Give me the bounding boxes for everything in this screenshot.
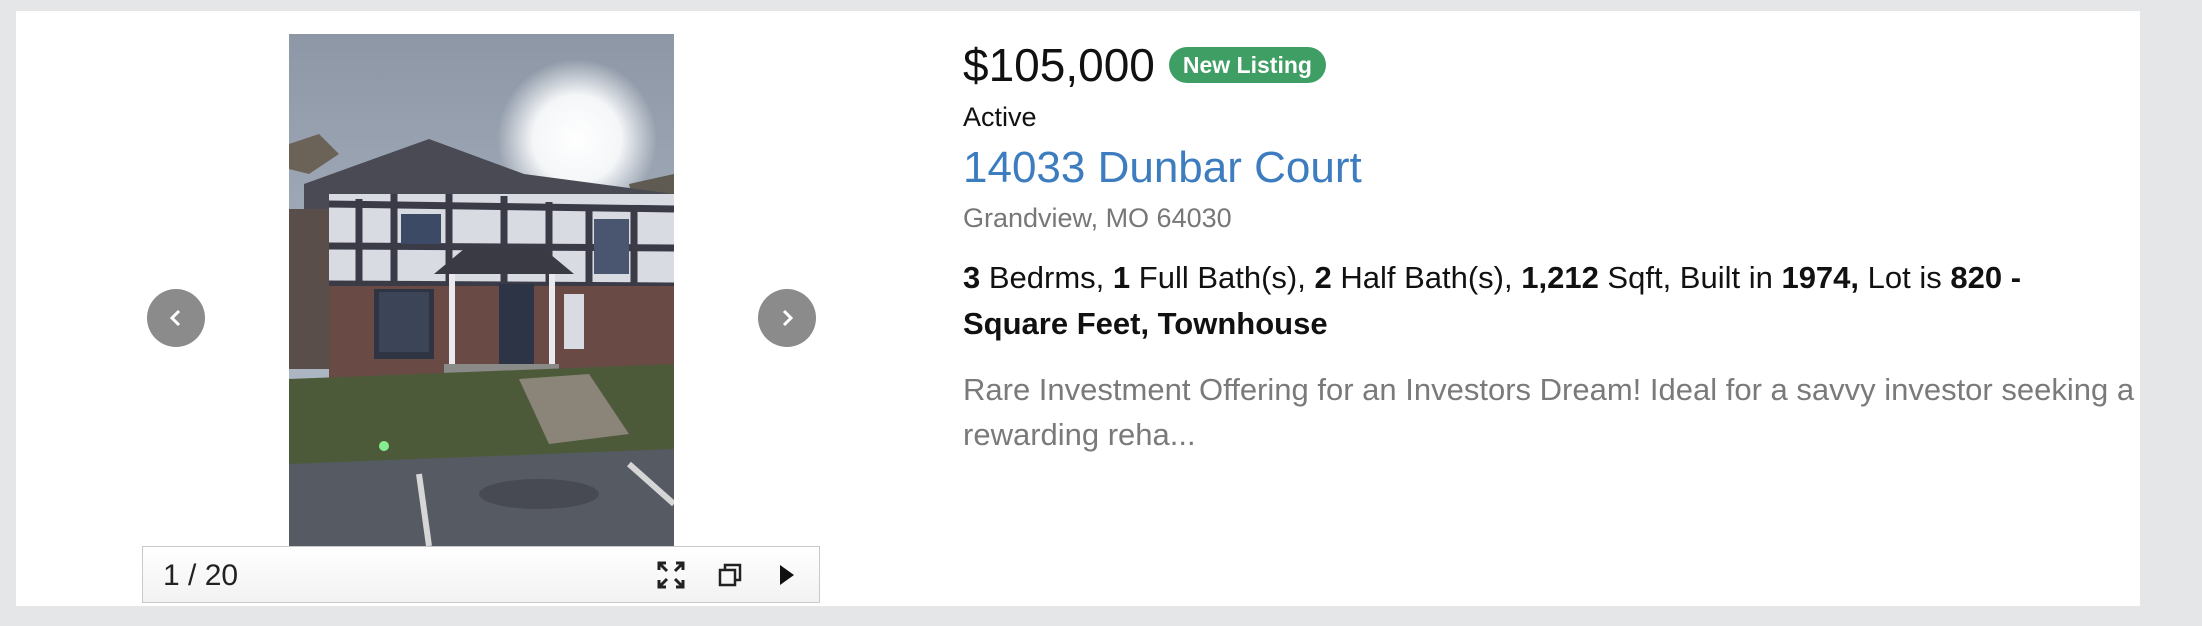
gallery-controls: 1 / 20	[142, 546, 820, 603]
listing-status: Active	[963, 102, 1037, 132]
sqft-value: 1,212	[1521, 260, 1599, 295]
half-baths-label: Half Bath(s),	[1331, 260, 1522, 295]
listing-details: $105,000 New Listing Active 14033 Dunbar…	[963, 37, 2163, 452]
chevron-right-icon	[782, 309, 794, 327]
full-baths-value: 1	[1112, 260, 1131, 295]
listing-price: $105,000	[963, 39, 1155, 91]
new-listing-badge: New Listing	[1168, 47, 1326, 83]
prev-photo-button[interactable]	[147, 289, 205, 347]
photo-counter: 1 / 20	[163, 559, 239, 592]
listing-city: Grandview, MO 64030	[963, 203, 1232, 233]
listing-card: 1 / 20 $105,000 New Listing Active 14033…	[16, 11, 2140, 606]
fullscreen-icon[interactable]	[655, 559, 687, 591]
lot-label: Lot is	[1859, 260, 1951, 295]
listing-address-link[interactable]: 14033 Dunbar Court	[963, 143, 1362, 193]
price-row: $105,000 New Listing	[963, 37, 2163, 93]
listing-photo[interactable]	[289, 34, 674, 546]
half-baths-value: 2	[1314, 260, 1332, 295]
new-window-icon[interactable]	[714, 559, 746, 591]
beds-value: 3	[963, 260, 981, 295]
full-baths-label: Full Bath(s),	[1130, 260, 1315, 295]
chevron-left-icon	[169, 309, 181, 327]
listing-description: Rare Investment Offering for an Investor…	[963, 372, 2135, 452]
listing-facts: 3 Bedrms, 1 Full Bath(s), 2 Half Bath(s)…	[963, 255, 2103, 347]
beds-label: Bedrms,	[980, 260, 1113, 295]
play-icon[interactable]	[770, 559, 802, 591]
next-photo-button[interactable]	[758, 289, 816, 347]
sqft-label: Sqft, Built in	[1598, 260, 1782, 295]
year-built-value: 1974,	[1781, 260, 1860, 295]
